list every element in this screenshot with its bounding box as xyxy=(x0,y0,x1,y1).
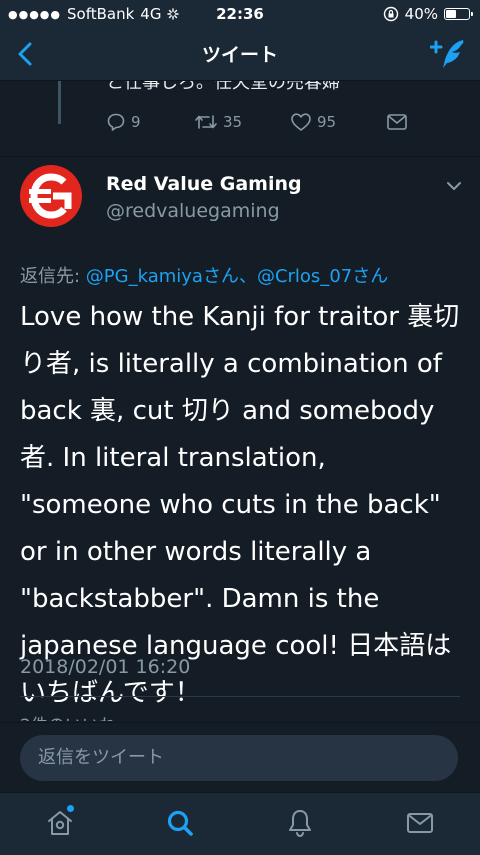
compose-tweet-icon[interactable] xyxy=(430,36,470,72)
reply-input[interactable]: 返信をツイート xyxy=(20,735,458,781)
rotation-lock-icon xyxy=(383,6,398,22)
red-value-gaming-logo-icon xyxy=(29,173,72,219)
author-display-name[interactable]: Red Value Gaming xyxy=(106,173,302,195)
previous-tweet-text: と仕事しろ。任天堂の売春婦 xyxy=(106,80,340,93)
reply-to-label: 返信先: xyxy=(20,266,86,287)
reply-count: 9 xyxy=(131,113,141,131)
tweet-timestamp: 2018/02/01 16:20 xyxy=(20,656,191,678)
tweet-text: Love how the Kanji for traitor 裏切り者, is … xyxy=(20,302,460,708)
retweet-icon xyxy=(195,115,217,129)
direct-message-action[interactable] xyxy=(386,113,408,131)
avatar[interactable] xyxy=(20,165,82,227)
tab-home[interactable] xyxy=(44,805,76,839)
reply-to-line: 返信先: @PG_kamiyaさん、@Crlos_07さん xyxy=(20,262,388,288)
author-handle[interactable]: @redvaluegaming xyxy=(106,200,280,222)
envelope-icon xyxy=(407,813,433,833)
heart-icon xyxy=(291,113,311,131)
reply-composer-bar: 返信をツイート xyxy=(0,722,480,793)
tab-messages[interactable] xyxy=(404,807,436,839)
home-notification-dot xyxy=(67,805,74,812)
reply-action[interactable]: 9 xyxy=(106,112,194,132)
previous-tweet-actions: 9 35 95 xyxy=(106,112,408,132)
like-count: 95 xyxy=(317,113,337,131)
envelope-icon xyxy=(387,114,407,130)
search-icon xyxy=(167,810,193,836)
retweet-count: 35 xyxy=(223,113,243,131)
status-bar: ●●●●● SoftBank 4G 22:36 40% xyxy=(0,0,480,28)
thread-connector-line xyxy=(58,80,61,124)
page-title: ツイート xyxy=(201,44,278,66)
reply-icon xyxy=(107,113,125,131)
tweet-author-header: Red Value Gaming @redvaluegaming xyxy=(0,156,480,247)
previous-tweet[interactable]: と仕事しろ。任天堂の売春婦 9 35 95 xyxy=(0,80,480,144)
battery-icon xyxy=(444,8,473,20)
tab-search[interactable] xyxy=(164,807,196,839)
tab-bar xyxy=(0,792,480,855)
divider xyxy=(20,696,460,697)
battery-percent: 40% xyxy=(404,5,438,23)
navigation-bar: ツイート xyxy=(0,28,480,81)
reply-to-mentions[interactable]: @PG_kamiyaさん、@Crlos_07さん xyxy=(86,266,388,287)
like-action[interactable]: 95 xyxy=(290,112,386,132)
retweet-action[interactable]: 35 xyxy=(194,112,290,132)
bell-icon xyxy=(289,810,311,838)
chevron-down-icon[interactable] xyxy=(446,181,462,191)
tab-notifications[interactable] xyxy=(284,807,316,839)
likes-count-label[interactable]: 2件のいいね xyxy=(20,711,116,721)
